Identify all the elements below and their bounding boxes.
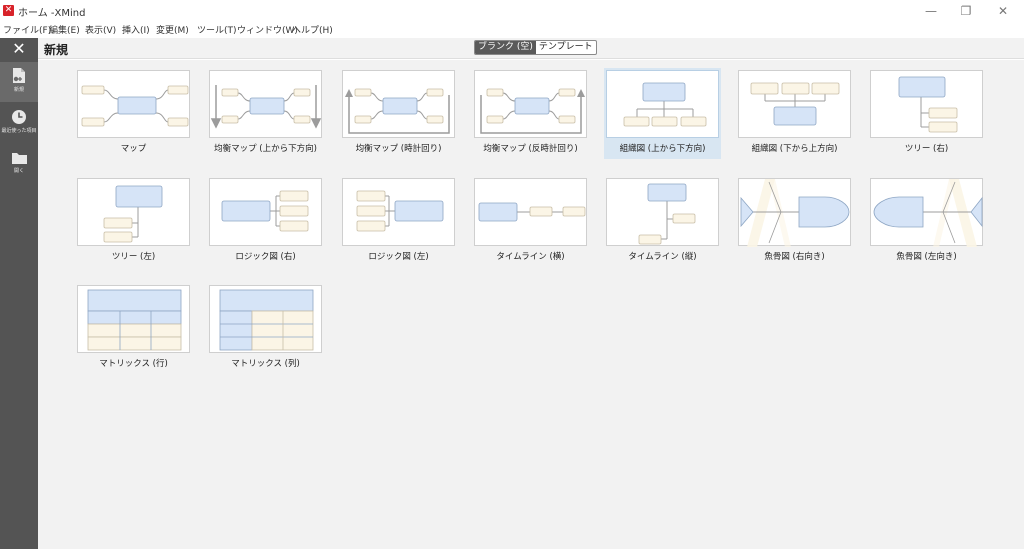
org-chart-down-diagram-icon — [623, 82, 707, 127]
org-chart-up-diagram-icon — [750, 82, 840, 126]
close-home-button[interactable]: ✕ — [0, 38, 38, 60]
matrix-column-diagram-icon — [219, 289, 314, 351]
menu-window[interactable]: ウィンドウ(W) — [237, 23, 298, 36]
fishbone-left-diagram-icon — [873, 179, 983, 247]
sidebar-item-new[interactable]: 新規 — [0, 62, 38, 102]
minimize-button[interactable]: — — [922, 3, 940, 19]
template-label: ロジック図 (左) — [368, 252, 429, 262]
template-map[interactable]: マップ — [75, 68, 192, 159]
menu-modify[interactable]: 変更(M) — [156, 23, 189, 36]
template-balanced-cw[interactable]: 均衡マップ (時計回り) — [340, 68, 457, 159]
template-label: マトリックス (行) — [99, 359, 168, 369]
template-thumbnail — [474, 178, 587, 246]
menu-help[interactable]: ヘルプ(H) — [292, 23, 333, 36]
template-matrix-col[interactable]: マトリックス (列) — [207, 283, 324, 374]
tab-blank[interactable]: ブランク (空) — [475, 41, 536, 54]
clock-icon — [12, 110, 26, 124]
template-label: ツリー (左) — [111, 252, 156, 262]
header-bar: 新規 ブランク (空) テンプレート — [38, 38, 1024, 59]
template-logic-right[interactable]: ロジック図 (右) — [207, 176, 324, 267]
template-label: マトリックス (列) — [231, 359, 300, 369]
menu-file[interactable]: ファイル(F) — [3, 23, 51, 36]
fishbone-right-diagram-icon — [740, 179, 850, 247]
template-thumbnail — [209, 70, 322, 138]
balanced-map-counterclockwise-diagram-icon — [480, 88, 585, 134]
window-title: ホーム -XMind — [18, 8, 86, 19]
template-label: 組織図 (下から上方向) — [751, 144, 838, 154]
template-timeline-h[interactable]: タイムライン (横) — [472, 176, 589, 267]
tree-right-diagram-icon — [898, 76, 958, 133]
logic-chart-right-diagram-icon — [221, 190, 309, 232]
xmind-logo-icon: ✕ — [3, 5, 14, 16]
template-label: タイムライン (縦) — [628, 252, 697, 262]
template-label: 均衡マップ (時計回り) — [355, 144, 442, 154]
menu-tools[interactable]: ツール(T) — [197, 23, 237, 36]
template-fish-left[interactable]: 魚骨図 (左向き) — [868, 176, 985, 267]
menu-insert[interactable]: 挿入(I) — [122, 23, 150, 36]
template-balanced-down[interactable]: 均衡マップ (上から下方向) — [207, 68, 324, 159]
template-thumbnail — [606, 70, 719, 138]
template-org-up[interactable]: 組織図 (下から上方向) — [736, 68, 853, 159]
new-document-icon — [13, 68, 25, 83]
template-thumbnail — [606, 178, 719, 246]
template-thumbnail — [870, 70, 983, 138]
sidebar-item-open[interactable]: 開く — [0, 146, 38, 186]
page-title: 新規 — [44, 43, 69, 57]
mode-switcher: ブランク (空) テンプレート — [474, 40, 597, 55]
map-diagram-icon — [81, 85, 189, 127]
template-thumbnail — [474, 70, 587, 138]
tab-template[interactable]: テンプレート — [536, 41, 596, 54]
menu-edit[interactable]: 編集(E) — [49, 23, 80, 36]
template-logic-left[interactable]: ロジック図 (左) — [340, 176, 457, 267]
sidebar-item-recent[interactable]: 最近使った項目 — [0, 104, 38, 144]
template-thumbnail — [738, 178, 851, 247]
sidebar-item-label: 新規 — [13, 87, 24, 93]
template-label: タイムライン (横) — [496, 252, 565, 262]
sidebar-item-label: 最近使った項目 — [1, 128, 37, 134]
template-balanced-ccw[interactable]: 均衡マップ (反時計回り) — [472, 68, 589, 159]
restore-button[interactable]: ❐ — [957, 3, 975, 19]
template-matrix-row[interactable]: マトリックス (行) — [75, 283, 192, 374]
balanced-map-down-diagram-icon — [210, 85, 322, 129]
title-bar: ✕ ホーム -XMind — ❐ ✕ — [0, 0, 1024, 22]
timeline-vertical-diagram-icon — [638, 183, 696, 245]
template-label: 均衡マップ (反時計回り) — [483, 144, 578, 154]
template-label: 魚骨図 (右向き) — [764, 252, 825, 262]
template-label: 均衡マップ (上から下方向) — [214, 144, 317, 154]
template-thumbnail — [209, 178, 322, 246]
matrix-row-diagram-icon — [87, 289, 182, 351]
template-label: 組織図 (上から下方向) — [619, 144, 706, 154]
template-thumbnail — [342, 178, 455, 246]
close-window-button[interactable]: ✕ — [994, 3, 1012, 19]
timeline-horizontal-diagram-icon — [478, 202, 586, 222]
template-tree-left[interactable]: ツリー (左) — [75, 176, 192, 267]
menu-bar: ファイル(F) 編集(E) 表示(V) 挿入(I) 変更(M) ツール(T) ウ… — [0, 22, 1024, 38]
template-label: 魚骨図 (左向き) — [896, 252, 957, 262]
sidebar: ✕ 新規 最近使った項目 開く — [0, 38, 38, 549]
template-thumbnail — [342, 70, 455, 138]
template-thumbnail — [77, 178, 190, 246]
template-gallery: マップ 均衡マップ (上から下方向) 均衡マップ (時計回り) 均衡マップ (反… — [38, 60, 1024, 549]
folder-icon — [11, 153, 27, 164]
tree-left-diagram-icon — [103, 185, 163, 243]
template-timeline-v[interactable]: タイムライン (縦) — [604, 176, 721, 267]
template-thumbnail — [77, 285, 190, 353]
template-org-down[interactable]: 組織図 (上から下方向) — [604, 68, 721, 159]
template-label: ツリー (右) — [904, 144, 949, 154]
menu-view[interactable]: 表示(V) — [85, 23, 116, 36]
template-label: マップ — [120, 144, 147, 154]
balanced-map-clockwise-diagram-icon — [345, 88, 450, 134]
template-label: ロジック図 (右) — [235, 252, 296, 262]
template-thumbnail — [870, 178, 983, 247]
xmind-home-window: ✕ ホーム -XMind — ❐ ✕ ファイル(F) 編集(E) 表示(V) 挿… — [0, 0, 1024, 549]
logic-chart-left-diagram-icon — [356, 190, 444, 232]
template-fish-right[interactable]: 魚骨図 (右向き) — [736, 176, 853, 267]
template-thumbnail — [209, 285, 322, 353]
template-tree-right[interactable]: ツリー (右) — [868, 68, 985, 159]
template-thumbnail — [77, 70, 190, 138]
sidebar-item-label: 開く — [13, 168, 24, 174]
template-thumbnail — [738, 70, 851, 138]
